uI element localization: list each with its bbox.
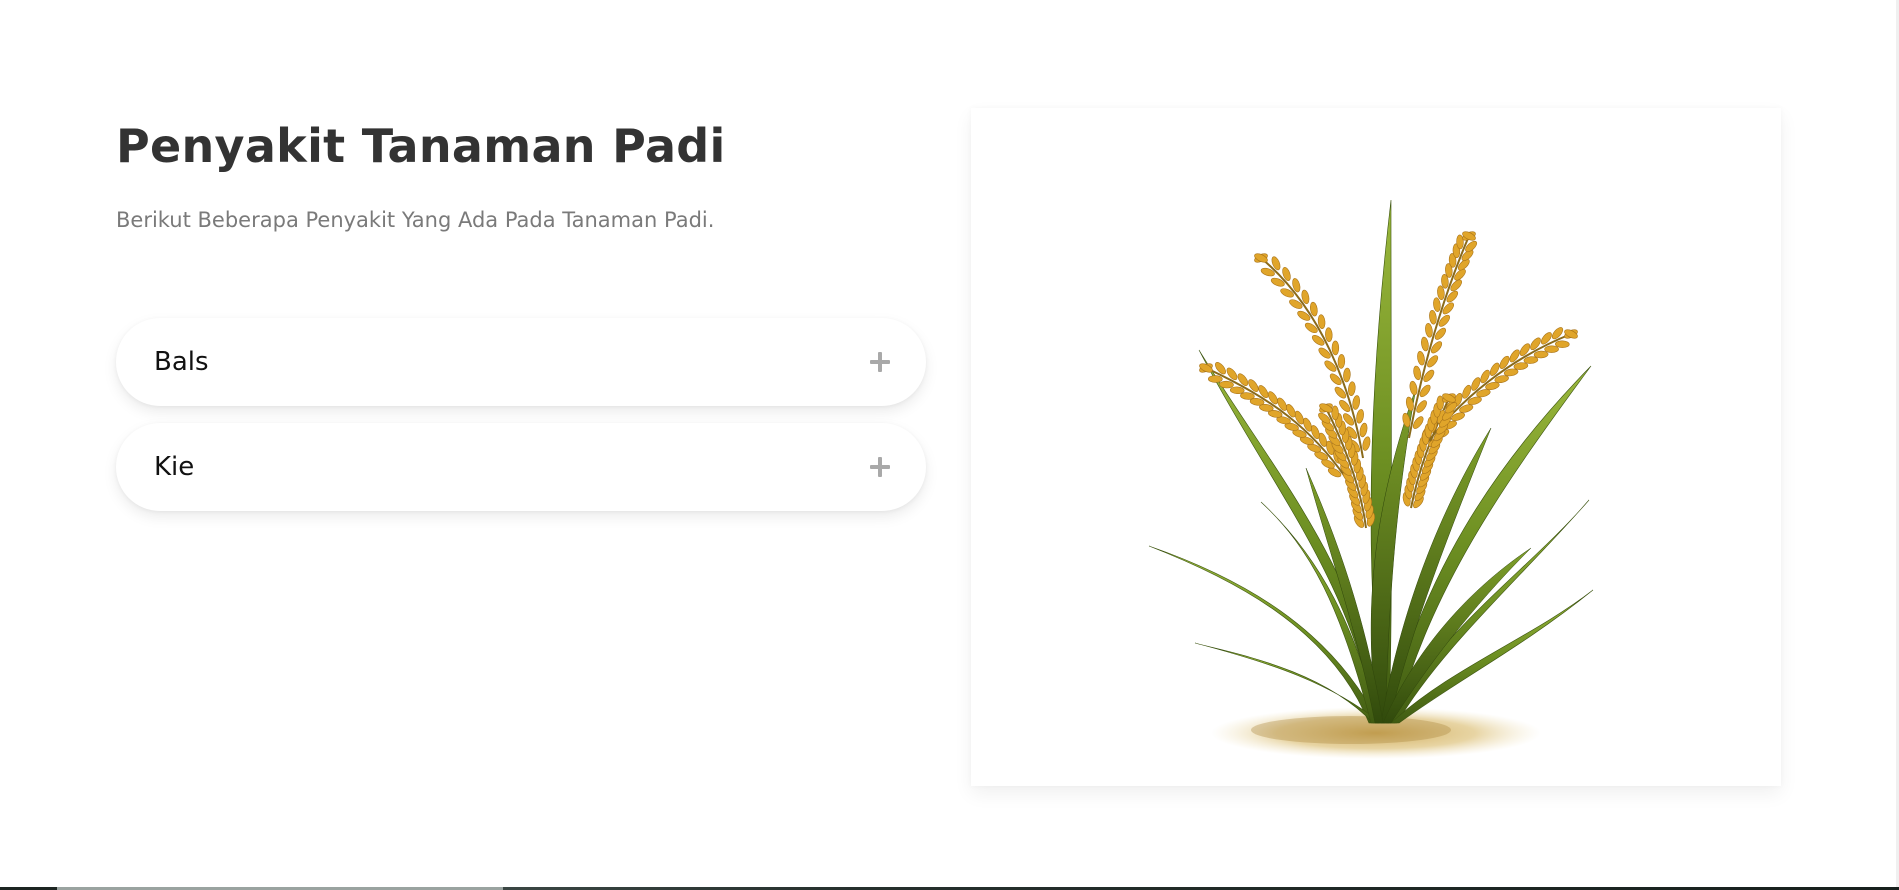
rice-grain [1421, 336, 1429, 352]
rice-grain [1471, 377, 1481, 391]
rice-grain [1509, 349, 1520, 363]
rice-grain [1289, 299, 1303, 309]
rice-grain [1413, 365, 1422, 381]
rice-grain [1544, 345, 1559, 353]
rice-grain [1229, 386, 1245, 395]
rice-grain [1519, 343, 1531, 357]
rice-grain [1208, 375, 1223, 383]
rice-grain [1433, 297, 1441, 312]
rice-grain [1564, 329, 1578, 339]
section-header: Penyakit Tanaman Padi Berikut Beberapa P… [116, 118, 926, 234]
rice-grain [1356, 409, 1364, 424]
rice-grain [1530, 337, 1541, 351]
rice-grain [1417, 350, 1425, 366]
rice-grain [1325, 327, 1333, 342]
plus-icon[interactable] [870, 352, 890, 372]
page-title: Penyakit Tanaman Padi [116, 119, 726, 173]
plus-icon[interactable] [870, 457, 890, 477]
rice-grain [1489, 362, 1500, 376]
rice-grain [1331, 340, 1340, 356]
rice-grain [1362, 436, 1371, 451]
rice-grain [1480, 369, 1490, 384]
rice-grain [1523, 356, 1539, 364]
rice-grain [1337, 354, 1346, 369]
page-subtitle: Berikut Beberapa Penyakit Yang Ada Pada … [116, 208, 715, 232]
rice-grain [1359, 422, 1368, 438]
rice-plant-image [971, 108, 1781, 786]
accordion-item-label: Kie [154, 452, 195, 482]
disease-accordion: Bals Kie [116, 318, 926, 528]
rice-grain [1343, 367, 1351, 383]
rice-grain [1429, 309, 1437, 325]
accordion-item-kie[interactable]: Kie [116, 423, 926, 511]
rice-grain [1555, 340, 1570, 348]
rice-grain [1352, 395, 1361, 410]
rice-grain [1219, 380, 1234, 389]
rice-grain [1348, 381, 1356, 396]
rice-grain [1425, 323, 1433, 338]
rice-plant-illustration [1148, 199, 1594, 759]
rice-grain [1533, 350, 1549, 359]
accordion-item-label: Bals [154, 347, 209, 377]
rice-grain [1499, 355, 1510, 369]
rice-grain [1267, 391, 1278, 405]
accordion-item-bals[interactable]: Bals [116, 318, 926, 406]
page: Penyakit Tanaman Padi Berikut Beberapa P… [0, 0, 1899, 890]
rice-grain [1409, 380, 1418, 396]
rice-grain [1331, 405, 1339, 421]
rice-grain [1436, 395, 1444, 411]
